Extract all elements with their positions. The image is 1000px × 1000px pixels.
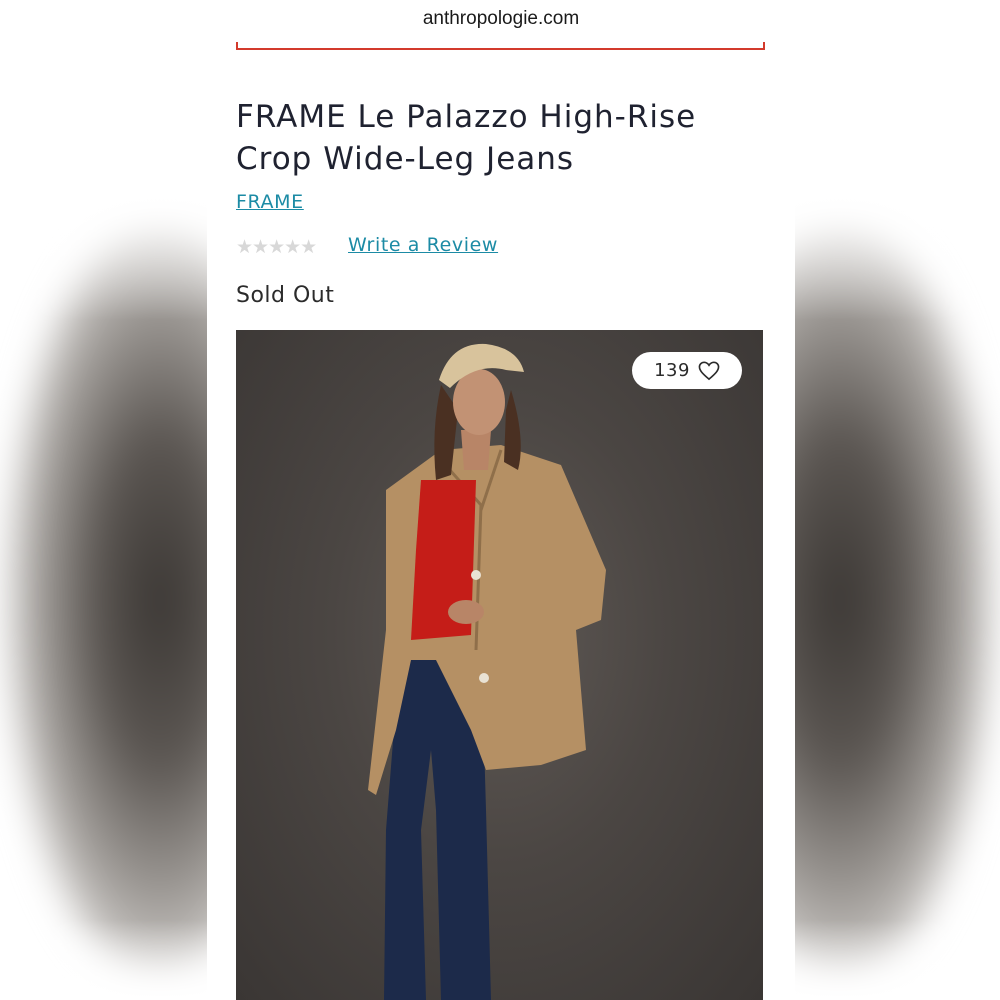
favorites-count: 139 xyxy=(654,360,690,381)
product-image[interactable]: 139 xyxy=(236,330,763,1000)
address-bar-url[interactable]: anthropologie.com xyxy=(207,8,795,30)
brand-link[interactable]: FRAME xyxy=(236,191,304,213)
favorite-button[interactable]: 139 xyxy=(632,352,742,389)
blurred-backdrop-right xyxy=(795,0,1000,1000)
write-review-link[interactable]: Write a Review xyxy=(348,234,498,256)
product-title: FRAME Le Palazzo High-Rise Crop Wide-Leg… xyxy=(236,99,697,177)
product-page: anthropologie.com FRAME Le Palazzo High-… xyxy=(207,0,795,1000)
blurred-backdrop-left xyxy=(0,0,207,1000)
model-illustration xyxy=(368,343,606,1000)
page-load-progress-line xyxy=(236,42,765,50)
rating-stars: ★★★★★ xyxy=(236,236,317,258)
stock-status: Sold Out xyxy=(236,283,335,308)
heart-icon xyxy=(698,361,720,381)
